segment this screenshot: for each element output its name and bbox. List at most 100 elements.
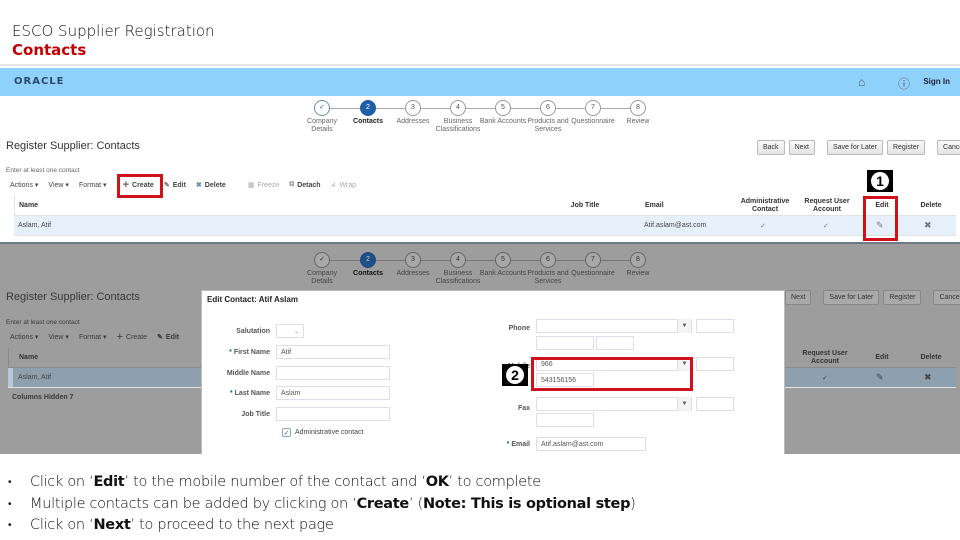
save-for-later-button: Save for Later xyxy=(823,290,880,305)
home-icon[interactable]: ⌂ xyxy=(858,75,865,89)
train-step-bank-accounts[interactable]: 5 Bank Accounts xyxy=(478,100,528,126)
screenshot-edit-contact: ✓ Company Details 2 Contacts 3 Addresses 4 B… xyxy=(0,242,960,454)
train-step-label: Company Details xyxy=(307,118,337,133)
cell-name: Aslam, Atif xyxy=(18,222,52,229)
train-step-label: Questionnaire xyxy=(571,118,615,125)
train-step-questionnaire: 7 Questionnaire xyxy=(568,252,618,278)
phone-extension-input[interactable] xyxy=(696,319,734,333)
create-button: + Create xyxy=(117,331,147,343)
table-toolbar-dimmed: Actions ▾ View ▾ Format ▾ + Create ✎ Edit xyxy=(10,331,179,343)
last-name-input[interactable]: Aslam xyxy=(276,386,390,400)
detach-button[interactable]: ⧉ Detach xyxy=(289,181,320,189)
phone-country-select[interactable]: ▼ xyxy=(536,319,692,333)
col-name: Name xyxy=(19,353,39,361)
plus-icon: + xyxy=(116,331,124,343)
col-request-user-account: Request User Account xyxy=(802,349,848,365)
col-job-title[interactable]: Job Title xyxy=(555,196,615,215)
train-step-label: Addresses xyxy=(396,118,430,125)
train-step-review: 8 Review xyxy=(613,252,663,278)
dialog-title: Edit Contact: Atif Aslam xyxy=(207,295,298,304)
hint-text: Enter at least one contact xyxy=(6,167,80,174)
wrap-label: Wrap xyxy=(339,181,357,189)
mobile-extension-input[interactable] xyxy=(696,357,734,371)
fax-field: Fax xyxy=(492,405,536,412)
fax-extension-input[interactable] xyxy=(696,397,734,411)
phone-field: Phone xyxy=(492,325,536,332)
note-text: Click on ‘Edit’ to the mobile number of … xyxy=(30,474,541,490)
train-step-dot: 5 xyxy=(495,100,511,116)
phone-area-input[interactable] xyxy=(536,336,594,350)
col-request-user-account[interactable]: Request User Account xyxy=(797,196,857,215)
first-name-input[interactable]: Atif xyxy=(276,345,390,359)
view-menu[interactable]: View ▾ xyxy=(48,181,69,189)
train-step-label: Contacts xyxy=(353,270,383,277)
contacts-table: Name Job Title Email Administrative Cont… xyxy=(14,196,956,236)
action-buttons: Back Next Save for Later Register Cancel xyxy=(757,140,960,155)
train-step-contacts: 2 Contacts xyxy=(343,252,393,278)
col-email[interactable]: Email xyxy=(645,196,705,215)
job-title-input[interactable] xyxy=(276,407,390,421)
edit-button[interactable]: ✎ Edit xyxy=(163,181,186,190)
columns-hidden-text: Columns Hidden 7 xyxy=(12,394,74,401)
train-step-label: Products and Services xyxy=(527,270,569,285)
train-step-label: Bank Accounts xyxy=(479,118,527,125)
delete-button[interactable]: ✖ Delete xyxy=(195,181,226,190)
bullet-icon: • xyxy=(8,520,12,531)
table-row[interactable]: Aslam, Atif Atif.aslam@ast.com ✓ ✓ ✎ ✖ xyxy=(14,216,956,236)
highlight-create xyxy=(117,174,163,198)
fax-number-input[interactable] xyxy=(536,413,594,427)
format-menu[interactable]: Format ▾ xyxy=(79,181,107,189)
train-step-review[interactable]: 8 Review xyxy=(613,100,663,126)
col-admin-contact[interactable]: Administrative Contact xyxy=(733,196,797,215)
train-step-dot: 3 xyxy=(405,100,421,116)
train-step-contacts[interactable]: 2 Contacts xyxy=(343,100,393,126)
detach-icon: ⧉ xyxy=(289,181,295,188)
cell-email: Atif.aslam@ast.com xyxy=(644,222,707,229)
x-icon: ✖ xyxy=(195,182,202,189)
row-delete-x-icon: ✖ xyxy=(924,372,932,382)
train-step-business-classifications[interactable]: 4 Business Classifications xyxy=(433,100,483,134)
train-step-label: Questionnaire xyxy=(571,270,615,277)
freeze-label: Freeze xyxy=(257,181,280,189)
train-step-questionnaire[interactable]: 7 Questionnaire xyxy=(568,100,618,126)
email-input[interactable]: Atif.aslam@ast.com xyxy=(536,437,646,451)
admin-contact-label: Administrative contact xyxy=(295,429,364,436)
cell-name: Aslam, Atif xyxy=(18,374,52,381)
cancel-button: Cancel xyxy=(933,290,960,305)
train-step-dot: ✓ xyxy=(314,252,330,268)
sign-in-link[interactable]: Sign In xyxy=(923,77,950,86)
train-step-label: Review xyxy=(626,270,650,277)
wrap-button[interactable]: ↲ Wrap xyxy=(331,181,357,190)
table-header: Name Job Title Email Administrative Cont… xyxy=(14,196,956,216)
delete-label: Delete xyxy=(204,181,226,189)
salutation-select[interactable]: ⌄ xyxy=(276,324,304,338)
cancel-button[interactable]: Cancel xyxy=(937,140,960,155)
instruction-notes: • Click on ‘Edit’ to the mobile number o… xyxy=(8,472,636,537)
admin-contact-checkbox[interactable]: ✓ xyxy=(282,428,291,437)
middle-name-input[interactable] xyxy=(276,366,390,380)
train-step-addresses[interactable]: 3 Addresses xyxy=(388,100,438,126)
phone-number-input[interactable] xyxy=(596,336,634,350)
train-step-label: Contacts xyxy=(353,118,383,125)
row-edit-pencil-icon: ✎ xyxy=(876,372,884,382)
train-step-company-details[interactable]: ✓ Company Details xyxy=(297,100,347,134)
train-step-dot: ✓ xyxy=(314,100,330,116)
actions-menu[interactable]: Actions ▾ xyxy=(10,181,38,189)
save-for-later-button[interactable]: Save for Later xyxy=(826,140,883,155)
next-button[interactable]: Next xyxy=(788,140,815,155)
pencil-icon: ✎ xyxy=(163,182,170,189)
register-button[interactable]: Register xyxy=(886,140,926,155)
train-step-label: Review xyxy=(626,118,650,125)
fax-country-select[interactable]: ▼ xyxy=(536,397,692,411)
train-step-products-services[interactable]: 6 Products and Services xyxy=(523,100,573,134)
cell-admin-check: ✓ xyxy=(760,222,766,230)
chevron-down-icon: ⌄ xyxy=(293,328,299,335)
slide-subtitle: Contacts xyxy=(12,41,87,59)
row-delete-x-icon[interactable]: ✖ xyxy=(924,216,932,235)
edit-button: ✎ Edit xyxy=(157,333,179,342)
back-button[interactable]: Back xyxy=(757,140,785,155)
middle-name-field: Middle Name xyxy=(206,366,390,380)
col-name[interactable]: Name xyxy=(19,196,119,215)
freeze-button[interactable]: ▦ Freeze xyxy=(248,181,280,190)
info-icon[interactable]: ⓘ xyxy=(898,75,910,92)
